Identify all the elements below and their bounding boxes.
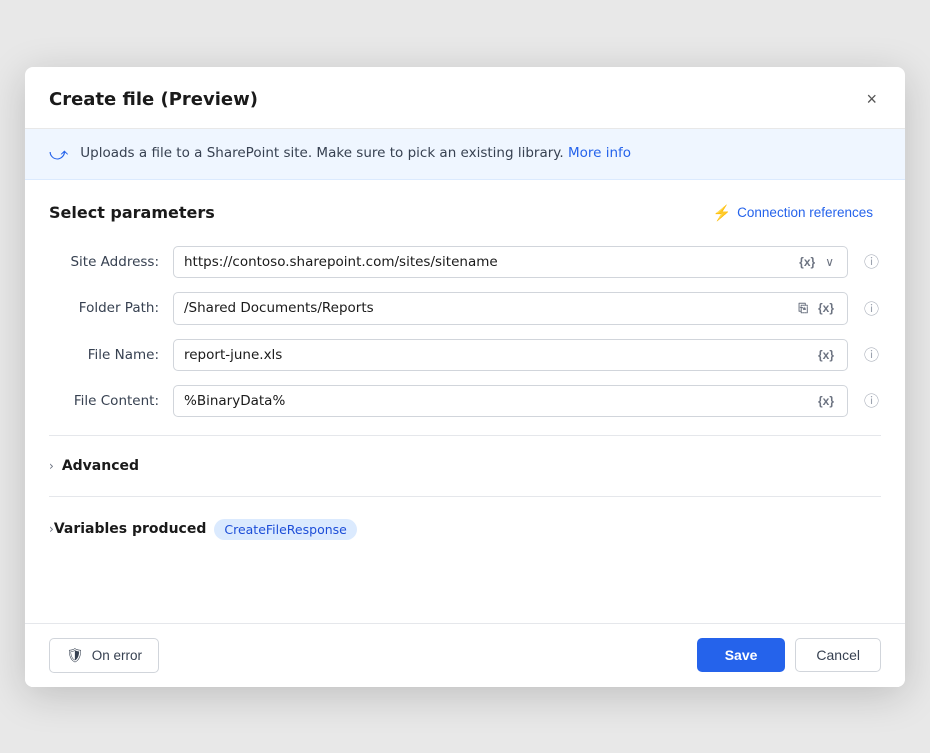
folder-path-file-icon-btn[interactable]: ⎘ (795, 299, 811, 318)
dialog-body: Select parameters ⚡ Connection reference… (25, 180, 905, 623)
advanced-row[interactable]: › Advanced (49, 454, 881, 478)
dialog-header: Create file (Preview) × (25, 67, 905, 129)
divider-2 (49, 496, 881, 497)
shield-icon: 🛡 (66, 647, 84, 664)
folder-path-info-btn[interactable]: ⓘ (862, 296, 881, 321)
connection-refs-label: Connection references (737, 205, 873, 220)
advanced-label: Advanced (62, 458, 139, 474)
site-address-actions: {x} ∨ (796, 253, 837, 271)
section-title: Select parameters (49, 203, 215, 222)
folder-path-label: Folder Path: (49, 300, 159, 316)
folder-path-value: /Shared Documents/Reports (184, 300, 789, 316)
plug-icon: ⚡ (712, 204, 731, 222)
cancel-button[interactable]: Cancel (795, 638, 881, 672)
variables-label: Variables produced (54, 521, 207, 537)
file-name-row: File Name: report-june.xls {x} ⓘ (49, 339, 881, 371)
on-error-button[interactable]: 🛡 On error (49, 638, 159, 673)
site-address-token-btn[interactable]: {x} (796, 253, 818, 271)
file-name-token-btn[interactable]: {x} (815, 346, 837, 364)
folder-path-actions: ⎘ {x} (795, 299, 837, 318)
dialog-title: Create file (Preview) (49, 89, 258, 110)
section-header-row: Select parameters ⚡ Connection reference… (49, 200, 881, 226)
site-address-chevron-btn[interactable]: ∨ (822, 253, 837, 271)
site-address-input-wrapper: https://contoso.sharepoint.com/sites/sit… (173, 246, 848, 278)
banner-description: Uploads a file to a SharePoint site. Mak… (80, 145, 563, 161)
footer-right: Save Cancel (697, 638, 881, 672)
site-address-label: Site Address: (49, 254, 159, 270)
advanced-chevron-icon: › (49, 459, 54, 473)
file-content-input-wrapper: %BinaryData% {x} (173, 385, 848, 417)
folder-path-input-wrapper: /Shared Documents/Reports ⎘ {x} (173, 292, 848, 325)
site-address-info-btn[interactable]: ⓘ (862, 249, 881, 274)
site-address-row: Site Address: https://contoso.sharepoint… (49, 246, 881, 278)
file-name-actions: {x} (815, 346, 837, 364)
file-content-label: File Content: (49, 393, 159, 409)
folder-path-token-btn[interactable]: {x} (815, 299, 837, 317)
divider-1 (49, 435, 881, 436)
file-name-label: File Name: (49, 347, 159, 363)
form-fields: Site Address: https://contoso.sharepoint… (49, 246, 881, 417)
file-name-info-btn[interactable]: ⓘ (862, 342, 881, 367)
dialog-footer: 🛡 On error Save Cancel (25, 623, 905, 687)
variables-row[interactable]: › Variables produced CreateFileResponse (49, 515, 881, 544)
file-name-value: report-june.xls (184, 347, 809, 363)
save-button[interactable]: Save (697, 638, 786, 672)
file-name-input-wrapper: report-june.xls {x} (173, 339, 848, 371)
file-content-row: File Content: %BinaryData% {x} ⓘ (49, 385, 881, 417)
create-file-dialog: Create file (Preview) × ⤻ Uploads a file… (25, 67, 905, 687)
connection-references-button[interactable]: ⚡ Connection references (704, 200, 881, 226)
file-content-value: %BinaryData% (184, 393, 809, 409)
info-banner: ⤻ Uploads a file to a SharePoint site. M… (25, 129, 905, 180)
folder-path-row: Folder Path: /Shared Documents/Reports ⎘… (49, 292, 881, 325)
file-content-info-btn[interactable]: ⓘ (862, 388, 881, 413)
close-button[interactable]: × (862, 85, 881, 114)
banner-text: Uploads a file to a SharePoint site. Mak… (80, 143, 631, 163)
on-error-label: On error (92, 648, 142, 663)
site-address-value: https://contoso.sharepoint.com/sites/sit… (184, 254, 790, 270)
upload-icon: ⤻ (49, 144, 68, 165)
more-info-link[interactable]: More info (568, 145, 631, 161)
variable-badge: CreateFileResponse (214, 519, 357, 540)
file-content-actions: {x} (815, 392, 837, 410)
file-content-token-btn[interactable]: {x} (815, 392, 837, 410)
